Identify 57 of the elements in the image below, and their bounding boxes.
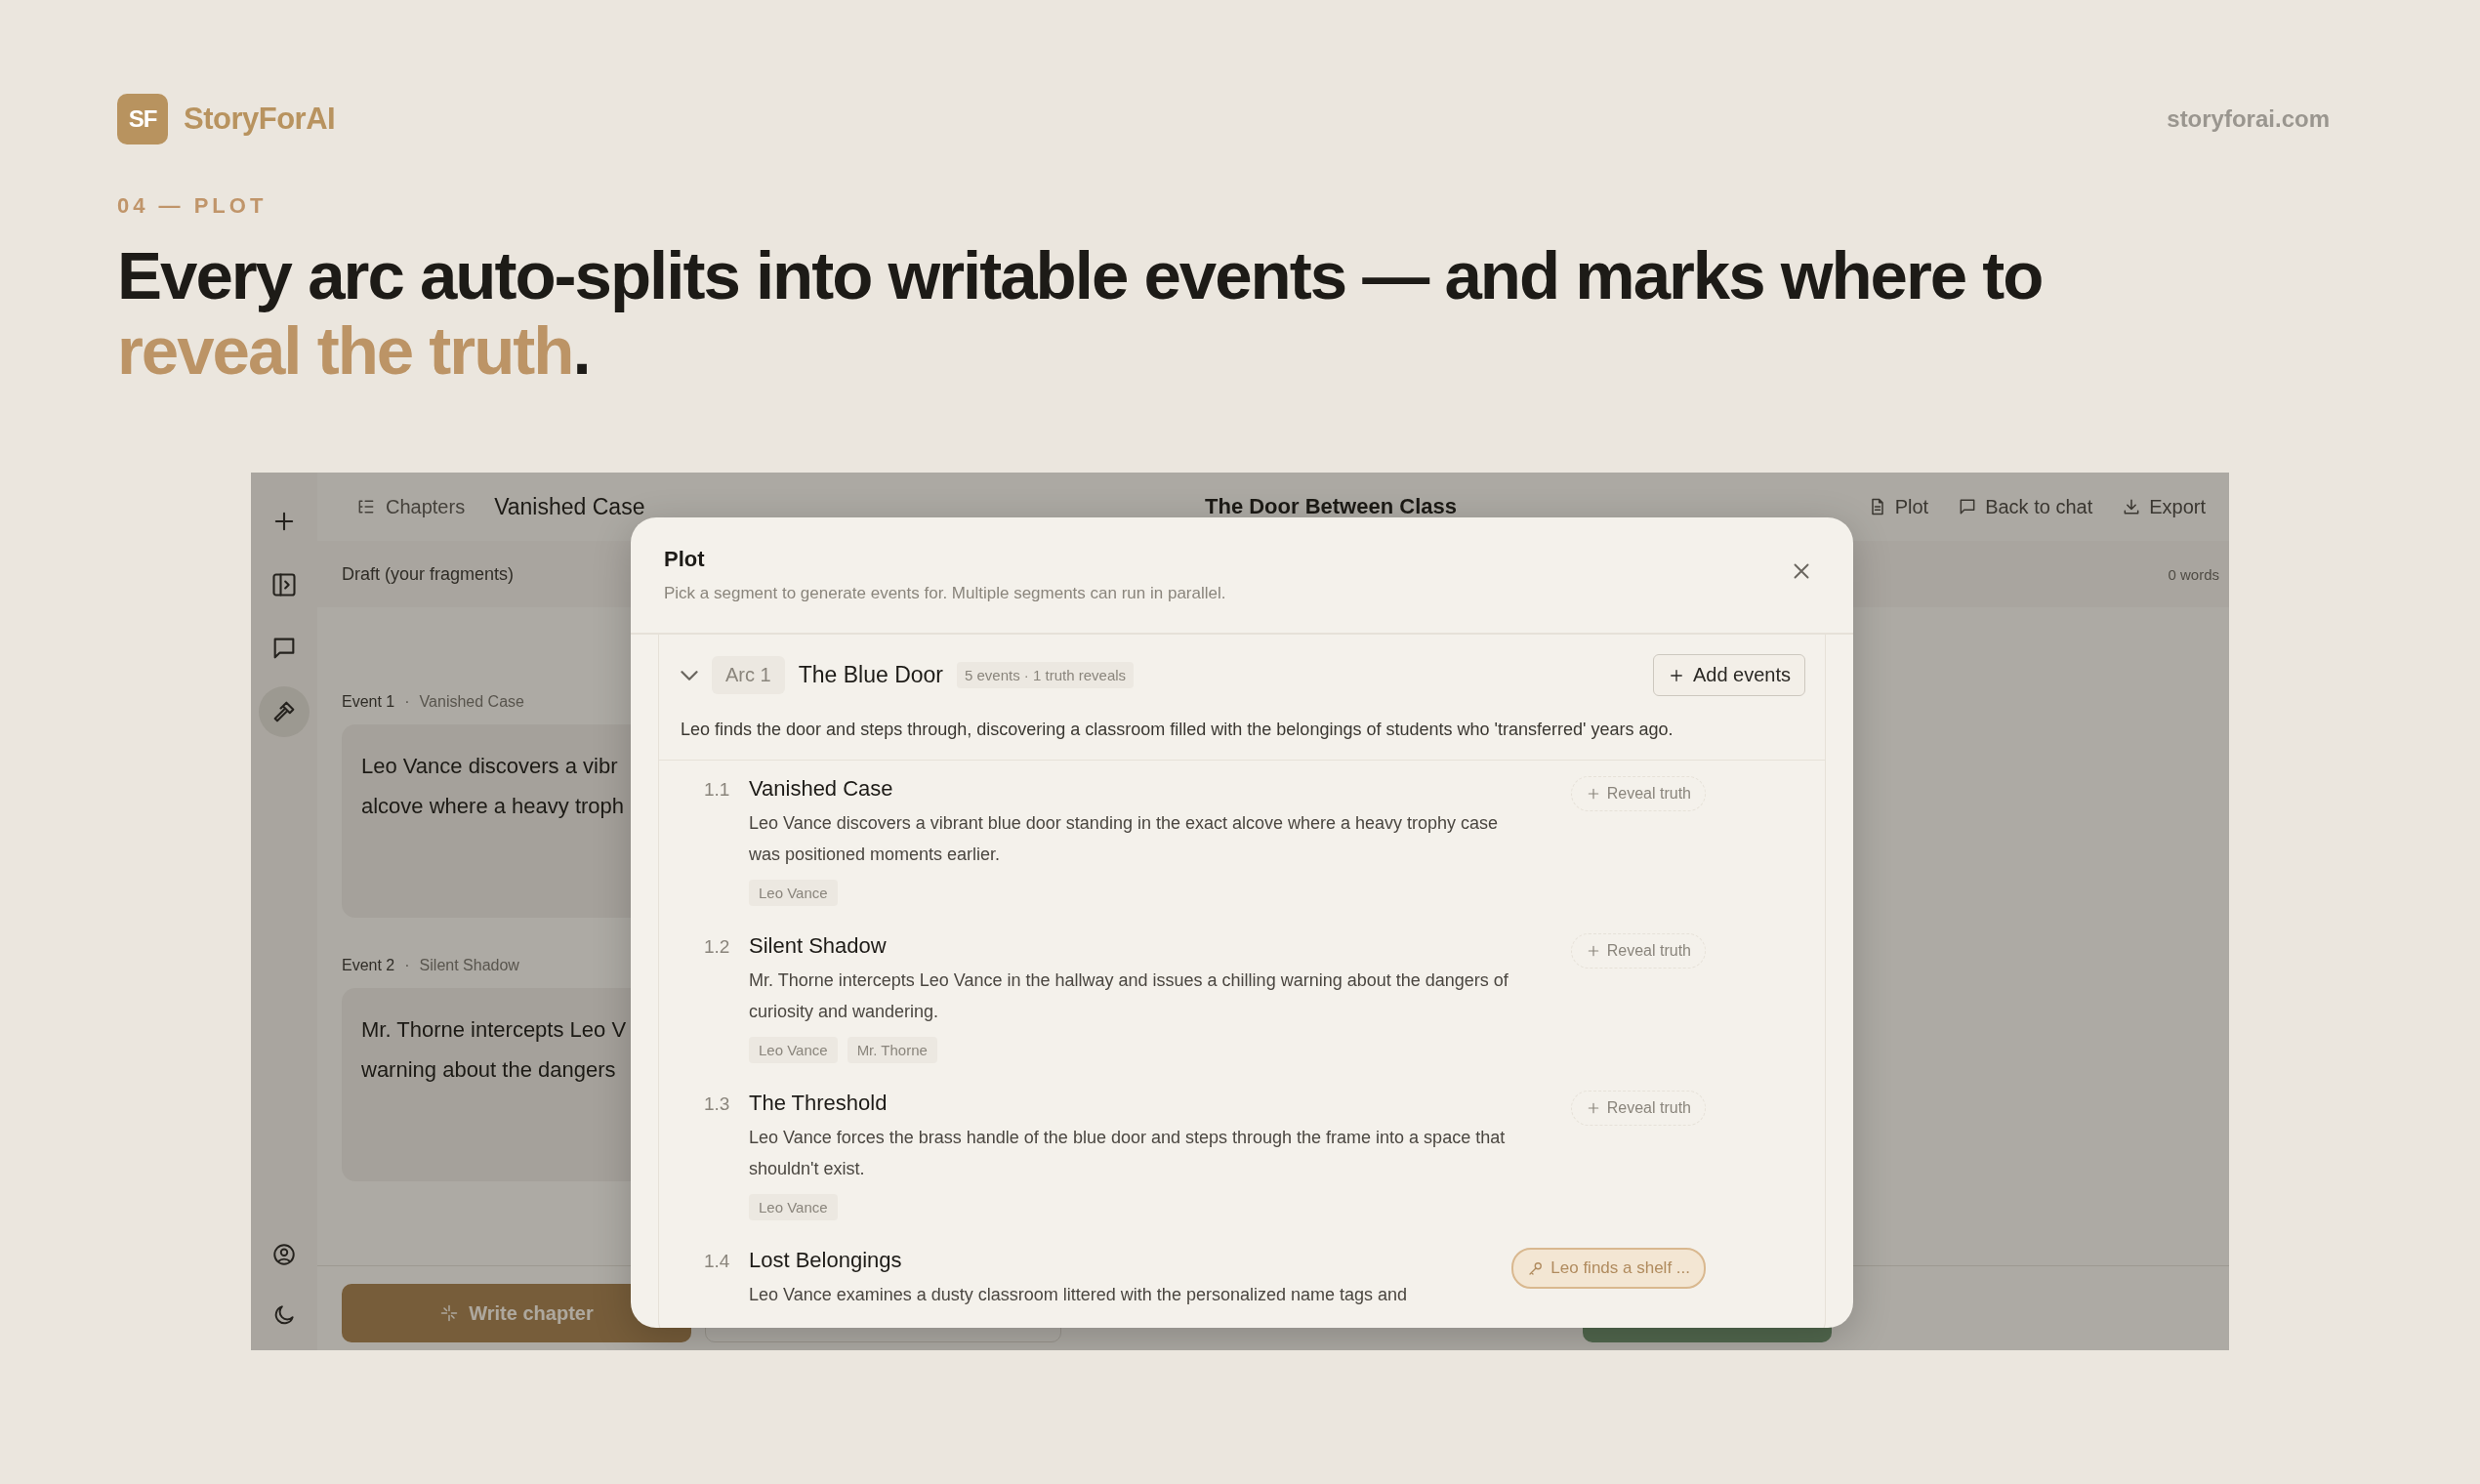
event-name: Silent Shadow xyxy=(419,957,519,974)
event-number: 1.2 xyxy=(704,935,731,959)
chevron-icon xyxy=(681,670,698,680)
word-count: 0 words xyxy=(2168,565,2219,583)
event-title: Lost Belongings xyxy=(749,1248,902,1273)
reveal-truth-button[interactable]: Reveal truth xyxy=(1570,1091,1706,1126)
character-tag: Leo Vance xyxy=(749,1194,838,1220)
toolbar-button[interactable]: Plot xyxy=(1867,495,1929,518)
event-description: Leo Vance forces the brass handle of the blue door and steps through the frame into a space that shouldn't exist. xyxy=(749,1127,1507,1180)
toolbar-button[interactable]: Export xyxy=(2122,495,2206,518)
event-description: Leo Vance discovers a vibrant blue door standing in the exact alcove where a heavy trophy case was positioned moments earlier. xyxy=(749,812,1500,866)
account-icon xyxy=(271,1242,297,1267)
book-title: The Door Between Class xyxy=(1205,494,1457,519)
chapter-title: Vanished Case xyxy=(494,493,645,520)
dialog-title: Plot xyxy=(664,547,705,572)
brand-name: StoryForAI xyxy=(184,102,336,137)
separator-dot: · xyxy=(404,693,410,711)
chapters-button[interactable]: Chapters xyxy=(356,495,466,518)
event-title: Vanished Case xyxy=(749,776,893,802)
separator-dot: · xyxy=(404,957,410,974)
event-text: alcove where a heavy troph xyxy=(361,793,625,820)
character-tag: Mr. Thorne xyxy=(847,1037,937,1063)
event-text: warning about the dangers xyxy=(361,1056,616,1084)
collapse-button[interactable] xyxy=(681,670,698,680)
event-label: Event 2 xyxy=(342,957,395,974)
headline: Every arc auto-splits into writable events — and marks where to reveal the truth. xyxy=(117,238,2044,389)
draft-label: Draft (your fragments) xyxy=(342,563,515,585)
event-number: 1.3 xyxy=(704,1092,731,1116)
add-events-button[interactable]: Add events xyxy=(1652,654,1805,696)
arc-summary: Leo finds the door and steps through, discovering a classroom filled with the belongings of students who 'transferred' years ago. xyxy=(659,696,1825,761)
arc-number: Arc 1 xyxy=(712,656,785,694)
event-name: Vanished Case xyxy=(419,693,524,711)
character-tag: Leo Vance xyxy=(749,1037,838,1063)
event-description: Leo Vance examines a dusty classroom littered with the personalized name tags and xyxy=(749,1284,1409,1306)
event-number: 1.1 xyxy=(704,778,731,802)
sidebar-toggle-icon xyxy=(270,571,298,598)
reveal-truth-button[interactable]: Reveal truth xyxy=(1570,776,1706,811)
arc-title: The Blue Door xyxy=(798,662,943,688)
character-tag: Leo Vance xyxy=(749,880,838,906)
rail-button[interactable] xyxy=(259,686,310,737)
event-text: Leo Vance discovers a vibr xyxy=(361,753,618,780)
reveal-truth-button[interactable]: Reveal truth xyxy=(1570,933,1706,969)
event-label: Event 1 xyxy=(342,693,395,711)
event-title: The Threshold xyxy=(749,1091,888,1116)
section-label: 04 — PLOT xyxy=(117,193,269,219)
truth-tag[interactable]: Leo finds a shelf ... xyxy=(1511,1248,1706,1289)
sparkle-icon xyxy=(439,1303,460,1323)
arc-stats: 5 events · 1 truth reveals xyxy=(957,662,1135,688)
logo: SF xyxy=(117,94,168,144)
dialog-subtitle: Pick a segment to generate events for. Multiple segments can run in parallel. xyxy=(664,584,1227,603)
toolbar-button[interactable]: Back to chat xyxy=(1958,495,2093,518)
site-url: storyforai.com xyxy=(2167,105,2330,133)
event-number: 1.4 xyxy=(704,1250,731,1273)
event-description: Mr. Thorne intercepts Leo Vance in the hallway and issues a chilling warning about the dangers of curiosity and wandering. xyxy=(749,969,1509,1023)
list-icon xyxy=(356,497,376,516)
event-title: Silent Shadow xyxy=(749,933,887,959)
event-text: Mr. Thorne intercepts Leo V xyxy=(361,1016,627,1044)
